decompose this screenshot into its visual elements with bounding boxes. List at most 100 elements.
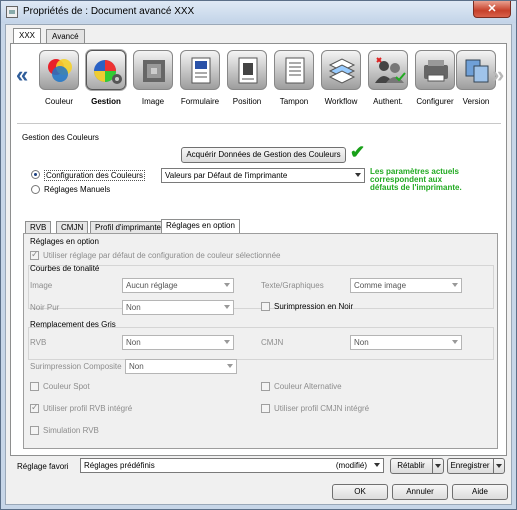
radio-config-label: Configuration des Couleurs — [44, 170, 145, 181]
overprint-black-checkbox[interactable] — [261, 302, 270, 311]
scroll-left-arrow[interactable]: « — [16, 62, 28, 88]
category-toolbar: « Couleur Gestion Image Formulaire Posit… — [11, 48, 506, 116]
chevron-down-icon — [435, 464, 441, 468]
favorite-select[interactable]: Réglages prédéfinis (modifié) — [80, 458, 384, 473]
position-icon — [227, 50, 267, 90]
scroll-right-arrow[interactable]: » — [492, 62, 504, 88]
status-line: défauts de l'imprimante. — [370, 183, 462, 192]
text-graphics-select[interactable]: Comme image — [350, 278, 462, 293]
composite-value: Non — [129, 362, 144, 371]
tab-panel: « Couleur Gestion Image Formulaire Posit… — [10, 43, 507, 456]
use-default-checkbox[interactable] — [30, 249, 39, 260]
image-select[interactable]: Aucun réglage — [122, 278, 234, 293]
rvb-sim-label: Simulation RVB — [43, 426, 99, 435]
spot-color-label: Couleur Spot — [43, 382, 90, 391]
chevron-down-icon — [374, 463, 380, 467]
chevron-down-icon — [452, 283, 458, 287]
options-group-title: Réglages en option — [30, 237, 99, 246]
toolbar-item-couleur[interactable]: Couleur — [37, 50, 81, 112]
rvb-gray-select[interactable]: Non — [122, 335, 234, 350]
tab-avance[interactable]: Avancé — [46, 29, 85, 43]
favorite-value: Réglages prédéfinis — [84, 461, 155, 470]
config-select-value: Valeurs par Défaut de l'imprimante — [165, 171, 288, 180]
restore-dropdown[interactable] — [432, 459, 443, 473]
text-graphics-label: Texte/Graphiques — [261, 281, 324, 290]
save-button[interactable]: Enregistrer — [447, 458, 505, 474]
options-panel: Réglages en option Utiliser réglage par … — [23, 233, 498, 449]
use-default-label: Utiliser réglage par défaut de configura… — [43, 251, 281, 260]
chevron-down-icon — [224, 283, 230, 287]
authentication-icon — [368, 50, 408, 90]
toolbar-item-gestion[interactable]: Gestion — [84, 50, 128, 112]
spot-color-checkbox[interactable] — [30, 382, 39, 391]
chevron-down-icon — [452, 340, 458, 344]
window-title: Propriétés de : Document avancé XXX — [23, 6, 195, 17]
rvb-profile-label: Utiliser profil RVB intégré — [43, 404, 133, 413]
toolbar-item-image[interactable]: Image — [131, 50, 175, 112]
rvb-profile-checkbox[interactable] — [30, 402, 39, 413]
acquire-data-button[interactable]: Acquérir Données de Gestion des Couleurs — [181, 147, 346, 163]
restore-button[interactable]: Rétablir — [390, 458, 444, 474]
group-title-gestion: Gestion des Couleurs — [22, 133, 99, 142]
config-select[interactable]: Valeurs par Défaut de l'imprimante — [161, 168, 365, 183]
radio-config-couleurs[interactable] — [31, 170, 40, 179]
close-button[interactable]: ✕ — [473, 1, 511, 18]
chevron-down-icon — [227, 364, 233, 368]
save-label: Enregistrer — [450, 461, 490, 470]
toolbar-divider — [17, 123, 501, 124]
chevron-down-icon — [224, 305, 230, 309]
status-message: Les paramètres actuels correspondent aux… — [370, 168, 462, 192]
cancel-button[interactable]: Annuler — [392, 484, 448, 500]
image-label: Image — [30, 281, 53, 290]
configure-icon — [415, 50, 455, 90]
tab-reglages-option[interactable]: Réglages en option — [161, 219, 240, 234]
cmjn-gray-value: Non — [354, 338, 369, 347]
toolbar-item-workflow[interactable]: Workflow — [319, 50, 363, 112]
rvb-sim-checkbox[interactable] — [30, 426, 39, 435]
toolbar-item-position[interactable]: Position — [225, 50, 269, 112]
workflow-icon — [321, 50, 361, 90]
chevron-down-icon — [224, 340, 230, 344]
tab-xxx[interactable]: XXX — [13, 28, 42, 44]
pure-black-value: Non — [126, 303, 141, 312]
toolbar-item-formulaire[interactable]: Formulaire — [178, 50, 222, 112]
printer-icon — [6, 6, 18, 18]
chevron-down-icon — [355, 173, 361, 177]
rvb-gray-value: Non — [126, 338, 141, 347]
text-graphics-value: Comme image — [354, 281, 407, 290]
toolbar-item-authent[interactable]: Authent. — [366, 50, 410, 112]
radio-reglages-manuels[interactable] — [31, 185, 40, 194]
gray-replacement-title: Remplacement des Gris — [30, 320, 116, 329]
image-icon — [133, 50, 173, 90]
restore-label: Rétablir — [397, 461, 425, 470]
version-icon — [456, 50, 496, 90]
success-check-icon: ✔ — [350, 142, 366, 162]
stamp-icon — [274, 50, 314, 90]
chevron-down-icon — [496, 464, 502, 468]
image-select-value: Aucun réglage — [126, 281, 178, 290]
pure-black-select[interactable]: Non — [122, 300, 234, 315]
overprint-black-label: Surimpression en Noir — [274, 302, 354, 311]
rvb-gray-label: RVB — [30, 338, 47, 347]
color-management-icon — [86, 50, 126, 90]
save-dropdown[interactable] — [493, 459, 504, 473]
cmjn-gray-select[interactable]: Non — [350, 335, 462, 350]
title-bar: Propriétés de : Document avancé XXX ✕ — [1, 1, 516, 23]
toolbar-label: Version — [462, 97, 490, 106]
toolbar-item-tampon[interactable]: Tampon — [272, 50, 316, 112]
cmjn-profile-checkbox[interactable] — [261, 404, 270, 413]
pure-black-label: Noir Pur — [30, 303, 60, 312]
help-button[interactable]: Aide — [452, 484, 508, 500]
color-circles-icon — [39, 50, 79, 90]
ok-button[interactable]: OK — [332, 484, 388, 500]
modified-text: (modifié) — [335, 461, 367, 470]
composite-select[interactable]: Non — [125, 359, 237, 374]
radio-manual-label: Réglages Manuels — [44, 185, 111, 194]
form-icon — [180, 50, 220, 90]
favorite-label: Réglage favori — [17, 462, 69, 471]
dialog-client: XXX Avancé « Couleur Gestion Image Formu… — [5, 24, 512, 505]
cmjn-profile-label: Utiliser profil CMJN intégré — [274, 404, 370, 413]
properties-window: Propriétés de : Document avancé XXX ✕ XX… — [0, 0, 517, 510]
composite-label: Surimpression Composite — [30, 362, 122, 371]
alt-color-checkbox[interactable] — [261, 382, 270, 391]
